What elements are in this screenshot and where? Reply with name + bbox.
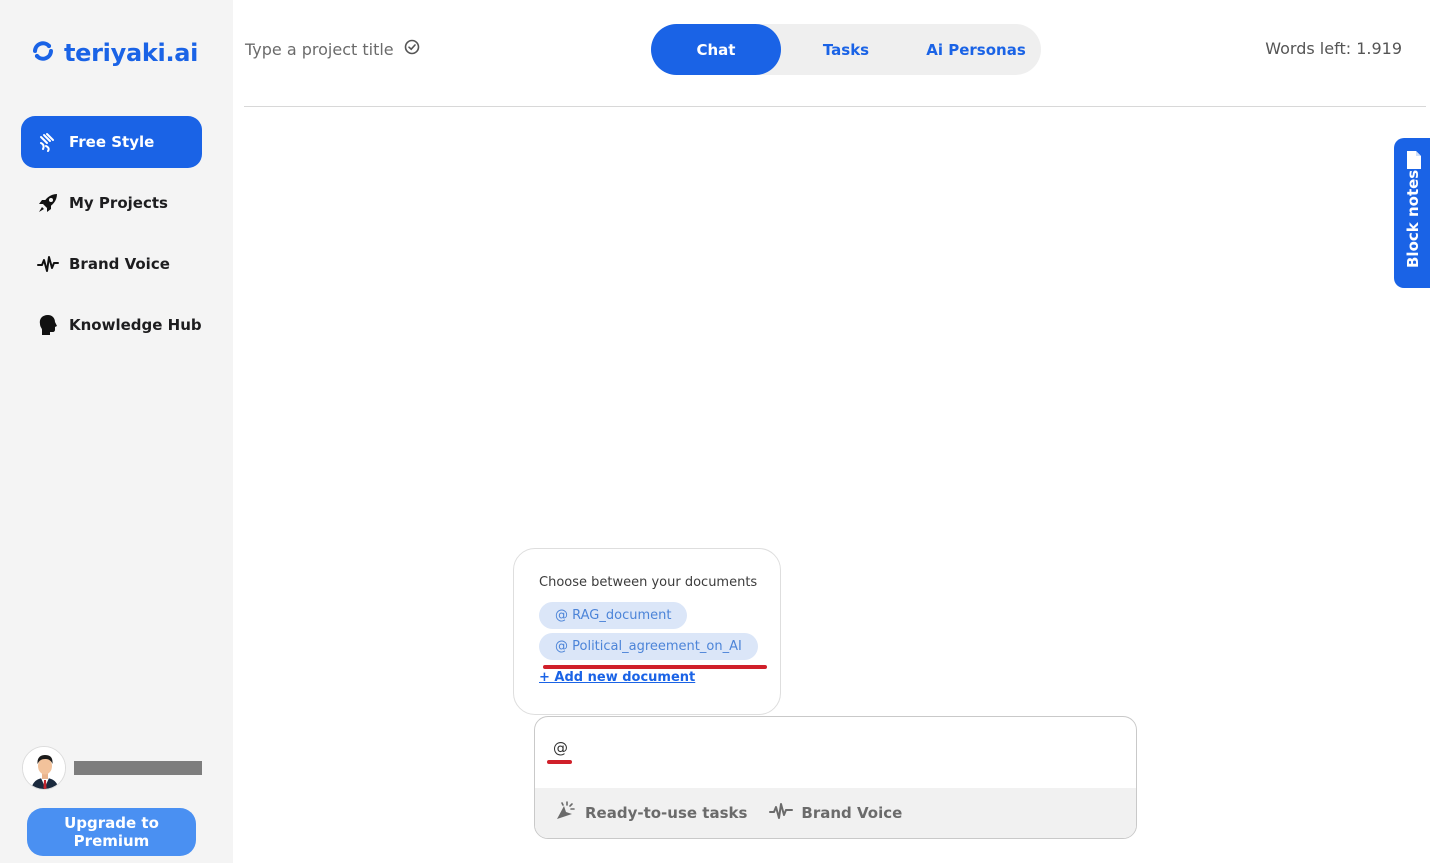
chat-input-text[interactable]: @: [553, 739, 568, 757]
block-notes-label: Block notes: [1404, 169, 1422, 268]
popup-title: Choose between your documents: [539, 575, 758, 590]
waveform-icon: [37, 253, 59, 275]
sidebar-item-my-projects[interactable]: My Projects: [21, 177, 202, 229]
sidebar: teriyaki.ai Free Style My Projects Brand…: [0, 0, 233, 863]
document-option-political-agreement[interactable]: @ Political_agreement_on_AI: [539, 633, 758, 660]
sidebar-item-label: Free Style: [69, 133, 155, 151]
sidebar-item-label: Knowledge Hub: [69, 316, 202, 334]
input-toolbar: Ready-to-use tasks Brand Voice: [535, 788, 1136, 838]
head-brain-icon: [37, 314, 59, 336]
chat-input-box[interactable]: @ Ready-to-use tasks Brand Voice: [534, 716, 1137, 839]
add-new-document-link[interactable]: + Add new document: [539, 670, 695, 685]
avatar: [22, 746, 66, 790]
tab-ai-personas[interactable]: Ai Personas: [911, 24, 1041, 75]
waveform-icon: [769, 801, 794, 825]
ready-to-use-tasks-button[interactable]: Ready-to-use tasks: [553, 799, 747, 827]
mode-tabs: Chat Tasks Ai Personas: [651, 24, 1041, 75]
username-redacted: [74, 761, 202, 775]
check-circle-icon[interactable]: [404, 39, 420, 59]
tool-label: Brand Voice: [801, 804, 903, 822]
tab-chat[interactable]: Chat: [651, 24, 781, 75]
magic-cursor-icon: [553, 799, 577, 827]
sidebar-item-label: Brand Voice: [69, 255, 170, 273]
project-title-placeholder: Type a project title: [245, 39, 394, 59]
logo-text: teriyaki.ai: [64, 39, 199, 67]
sidebar-item-knowledge-hub[interactable]: Knowledge Hub: [21, 299, 202, 351]
words-left-counter: Words left: 1.919: [1265, 39, 1402, 58]
header-divider: [244, 106, 1426, 107]
logo[interactable]: teriyaki.ai: [30, 38, 198, 68]
project-title-field[interactable]: Type a project title: [245, 39, 420, 59]
header: Type a project title Chat Tasks Ai Perso…: [233, 0, 1430, 108]
teriyaki-logo-icon: [30, 38, 56, 68]
sidebar-item-brand-voice[interactable]: Brand Voice: [21, 238, 202, 290]
sidebar-item-label: My Projects: [69, 194, 168, 212]
tab-tasks[interactable]: Tasks: [781, 24, 911, 75]
document-chooser-popup: Choose between your documents @ RAG_docu…: [513, 548, 781, 715]
rocket-icon: [37, 192, 59, 214]
sidebar-item-free-style[interactable]: Free Style: [21, 116, 202, 168]
tool-label: Ready-to-use tasks: [585, 804, 748, 822]
red-annotation-underline: [543, 665, 767, 669]
upgrade-premium-button[interactable]: Upgrade to Premium: [27, 808, 196, 856]
user-profile[interactable]: [22, 746, 202, 790]
red-annotation-underline: [547, 760, 572, 764]
sparkle-wand-icon: [37, 131, 59, 153]
brand-voice-button[interactable]: Brand Voice: [769, 801, 902, 825]
document-option-rag[interactable]: @ RAG_document: [539, 602, 688, 629]
